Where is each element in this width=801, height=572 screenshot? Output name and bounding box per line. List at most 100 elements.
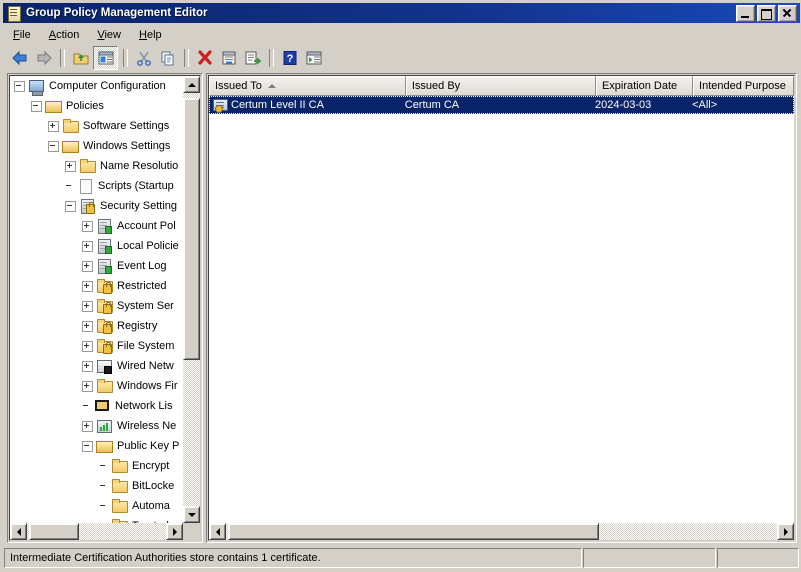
expand-icon[interactable] (65, 160, 76, 172)
tree-item-label: Wireless Ne (117, 420, 177, 432)
column-label: Issued By (411, 80, 461, 92)
tree-item-name-resolution-policy[interactable]: Name Resolutio (10, 156, 183, 176)
tree-item-event-log[interactable]: Event Log (10, 256, 183, 276)
tree-item-windows-firewall[interactable]: Windows Fir (10, 376, 183, 396)
toolbar-separator (60, 48, 65, 67)
listview-horizontal-scrollbar[interactable] (209, 523, 794, 540)
cell-intended-purpose: <All> (692, 99, 718, 111)
folder-icon (111, 498, 128, 514)
status-pane-message: Intermediate Certification Authorities s… (4, 548, 582, 568)
computer-icon (28, 78, 44, 96)
new-window-button[interactable] (302, 47, 325, 69)
minimize-button[interactable] (736, 4, 755, 22)
expand-icon[interactable] (82, 260, 93, 272)
tree-item-encrypting-file-system[interactable]: Encrypt (10, 456, 183, 476)
collapse-icon[interactable] (48, 140, 59, 152)
tree-item-public-key-policies[interactable]: Public Key P (10, 436, 183, 456)
export-list-button[interactable] (241, 47, 264, 69)
tree-scroll-up-button[interactable] (183, 76, 200, 93)
expand-icon[interactable] (82, 220, 93, 232)
tree-item-local-policies[interactable]: Local Policie (10, 236, 183, 256)
list-hscroll-thumb[interactable] (228, 523, 599, 540)
tree-item-policies[interactable]: Policies (10, 96, 183, 116)
tree-item-file-system[interactable]: File System (10, 336, 183, 356)
list-scroll-right-button[interactable] (777, 523, 794, 540)
tree-item-trusted-root-certification[interactable]: Trusted (10, 516, 183, 523)
tree-horizontal-scrollbar[interactable] (10, 523, 183, 540)
toolbar-separator (269, 48, 274, 67)
maximize-button[interactable] (757, 4, 776, 22)
tree-item-system-services[interactable]: System Ser (10, 296, 183, 316)
tree-hscroll-thumb[interactable] (29, 523, 79, 540)
menu-action[interactable]: Action (40, 27, 89, 43)
expander-spacer (65, 182, 74, 191)
show-hide-console-tree-button[interactable] (93, 45, 118, 70)
delete-button[interactable] (193, 47, 216, 69)
back-button[interactable] (8, 47, 31, 69)
help-button[interactable]: ? (278, 47, 301, 69)
tree-item-label: Security Setting (100, 200, 178, 212)
tree-item-wired-network[interactable]: Wired Netw (10, 356, 183, 376)
listview-body[interactable]: Certum Level II CA Certum CA 2024-03-03 <Al… (209, 96, 794, 540)
tree-item-label: Event Log (117, 260, 167, 272)
status-bar: Intermediate Certification Authorities s… (4, 548, 799, 568)
properties-button[interactable] (217, 47, 240, 69)
tree-item-registry[interactable]: Registry (10, 316, 183, 336)
tree-item-wireless-network[interactable]: Wireless Ne (10, 416, 183, 436)
collapse-icon[interactable] (31, 100, 42, 112)
tree-item-label: Restricted (117, 280, 167, 292)
tree-item-bitlocker-drive-encryption[interactable]: BitLocke (10, 476, 183, 496)
expand-icon[interactable] (82, 380, 93, 392)
folder-lock-icon (96, 338, 113, 354)
forward-button[interactable] (32, 47, 55, 69)
list-scroll-left-button[interactable] (209, 523, 226, 540)
column-label: Intended Purpose (699, 80, 786, 92)
menu-file[interactable]: File (4, 27, 40, 43)
tree-item-security-settings[interactable]: Security Setting (10, 196, 183, 216)
copy-button[interactable] (156, 47, 179, 69)
cut-button[interactable] (132, 47, 155, 69)
tree-item-automatic-certificate-request[interactable]: Automa (10, 496, 183, 516)
expand-icon[interactable] (48, 120, 59, 132)
tree-scroll-down-button[interactable] (183, 506, 200, 523)
close-button[interactable] (778, 4, 797, 22)
console-tree[interactable]: Computer Configuration Policies Software S… (10, 76, 183, 523)
collapse-icon[interactable] (82, 440, 93, 452)
title-bar[interactable]: Group Policy Management Editor (3, 3, 800, 23)
expand-icon[interactable] (82, 300, 93, 312)
svg-text:?: ? (286, 53, 293, 65)
expand-icon[interactable] (82, 340, 93, 352)
up-one-level-button[interactable] (69, 47, 92, 69)
tree-vertical-scrollbar[interactable] (183, 76, 200, 523)
tree-item-label: Windows Settings (83, 140, 171, 152)
listview-row[interactable]: Certum Level II CA Certum CA 2024-03-03 <Al… (209, 96, 794, 114)
expand-icon[interactable] (82, 360, 93, 372)
menu-help-label: elp (146, 28, 162, 41)
tree-scroll-right-button[interactable] (166, 523, 183, 540)
tree-item-label: File System (117, 340, 175, 352)
tree-item-network-list-manager[interactable]: Network Lis (10, 396, 183, 416)
tree-item-windows-settings[interactable]: Windows Settings (10, 136, 183, 156)
menu-help[interactable]: Help (130, 27, 171, 43)
tree-item-account-policies[interactable]: Account Pol (10, 216, 183, 236)
expand-icon[interactable] (82, 240, 93, 252)
folder-open-icon (62, 138, 79, 154)
menu-view[interactable]: View (88, 27, 130, 43)
collapse-icon[interactable] (65, 200, 76, 212)
tree-scroll-left-button[interactable] (10, 523, 27, 540)
collapse-icon[interactable] (14, 80, 25, 92)
tree-item-restricted-groups[interactable]: Restricted (10, 276, 183, 296)
column-expiration-date[interactable]: Expiration Date (595, 76, 694, 96)
column-issued-by[interactable]: Issued By (405, 76, 596, 96)
column-intended-purpose[interactable]: Intended Purpose (693, 76, 794, 96)
expand-icon[interactable] (82, 320, 93, 332)
tree-item-label: BitLocke (132, 480, 175, 492)
column-issued-to[interactable]: Issued To (209, 76, 406, 96)
tree-item-software-settings[interactable]: Software Settings (10, 116, 183, 136)
server-icon (96, 238, 112, 254)
tree-item-computer-configuration[interactable]: Computer Configuration (10, 76, 183, 96)
expand-icon[interactable] (82, 280, 93, 292)
tree-item-scripts[interactable]: Scripts (Startup (10, 176, 183, 196)
tree-scroll-thumb[interactable] (183, 98, 200, 360)
expand-icon[interactable] (82, 420, 93, 432)
